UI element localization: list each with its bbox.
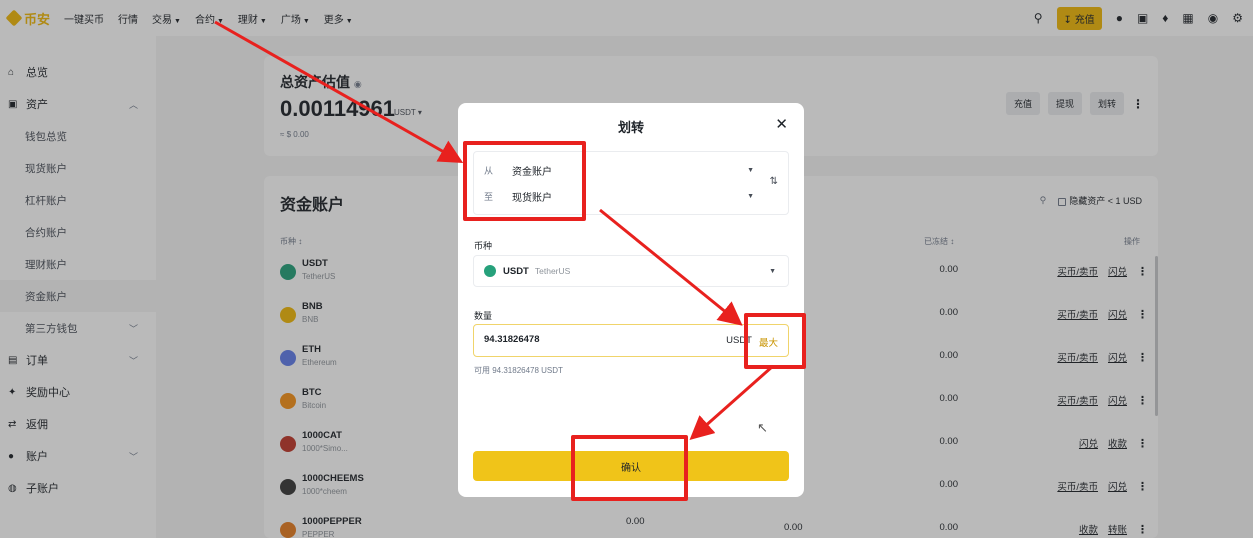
- annotation-arrows: [214, 20, 774, 440]
- arrow-to-from-to: [214, 20, 464, 163]
- arrow-to-max: [599, 208, 743, 326]
- mouse-cursor-icon: ↖: [757, 420, 768, 435]
